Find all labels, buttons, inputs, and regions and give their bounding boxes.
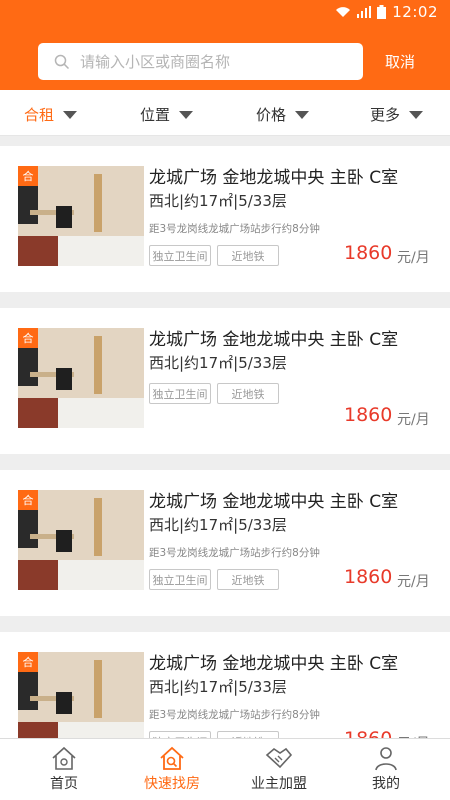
tab-mine[interactable]: 我的	[341, 743, 431, 793]
filter-shared-rent[interactable]: 合租	[24, 104, 78, 125]
signal-icon	[357, 6, 372, 18]
filter-more[interactable]: 更多	[370, 104, 424, 125]
room-photo: 合	[18, 490, 144, 590]
room-photo: 合	[18, 166, 144, 266]
listing-distance: 距3号龙岗线龙城广场站步行约8分钟	[149, 547, 320, 559]
listing-distance: 距3号龙岗线龙城广场站步行约8分钟	[149, 223, 320, 235]
listing-card[interactable]: 合 龙城广场 金地龙城中央 主卧 C室 西北|约17㎡|5/33层 距3号龙岗线…	[0, 146, 450, 292]
clock: 12:02	[392, 3, 438, 21]
wifi-icon	[336, 7, 351, 17]
handshake-icon	[265, 747, 293, 769]
house-search-icon	[160, 746, 184, 770]
feature-tag: 近地铁	[217, 245, 279, 266]
listing-meta: 西北|约17㎡|5/33层	[149, 192, 287, 210]
search-box[interactable]	[38, 43, 363, 80]
listing-price: 1860	[344, 242, 393, 264]
listing-price: 1860	[344, 566, 393, 588]
listing-price: 1860	[344, 404, 393, 426]
filter-label: 合租	[24, 106, 55, 124]
triangle-down-icon	[409, 110, 424, 119]
shared-badge: 合	[18, 166, 38, 186]
listing-distance: 距3号龙岗线龙城广场站步行约8分钟	[149, 709, 320, 721]
listing-meta: 西北|约17㎡|5/33层	[149, 678, 287, 696]
room-photo: 合	[18, 652, 144, 752]
filter-label: 价格	[256, 106, 287, 124]
home-icon	[52, 746, 76, 770]
filter-bar: 合租 位置 价格 更多	[0, 90, 450, 136]
listing-meta: 西北|约17㎡|5/33层	[149, 516, 287, 534]
price-unit: 元/月	[397, 250, 430, 266]
triangle-down-icon	[295, 110, 310, 119]
search-input[interactable]	[80, 52, 340, 71]
listing-title: 龙城广场 金地龙城中央 主卧 C室	[149, 492, 399, 512]
feature-tag: 近地铁	[217, 569, 279, 590]
tab-label: 快速找房	[144, 776, 200, 792]
tab-home[interactable]: 首页	[19, 743, 109, 793]
shared-badge: 合	[18, 328, 38, 348]
listing-title: 龙城广场 金地龙城中央 主卧 C室	[149, 330, 399, 350]
filter-location[interactable]: 位置	[140, 104, 194, 125]
triangle-down-icon	[63, 110, 78, 119]
tab-label: 首页	[50, 776, 78, 792]
listing-card[interactable]: 合 龙城广场 金地龙城中央 主卧 C室 西北|约17㎡|5/33层 独立卫生间 …	[0, 308, 450, 454]
feature-tag: 独立卫生间	[149, 245, 211, 266]
listing-card[interactable]: 合 龙城广场 金地龙城中央 主卧 C室 西北|约17㎡|5/33层 距3号龙岗线…	[0, 470, 450, 616]
triangle-down-icon	[179, 110, 194, 119]
feature-tag: 近地铁	[217, 383, 279, 404]
listing-title: 龙城广场 金地龙城中央 主卧 C室	[149, 168, 399, 188]
user-icon	[375, 747, 397, 771]
filter-price[interactable]: 价格	[256, 104, 310, 125]
room-photo: 合	[18, 328, 144, 428]
listing-title: 龙城广场 金地龙城中央 主卧 C室	[149, 654, 399, 674]
listing-meta: 西北|约17㎡|5/33层	[149, 354, 287, 372]
feature-tag: 独立卫生间	[149, 383, 211, 404]
bottom-tab-bar: 首页 快速找房 业主加盟 我的	[0, 738, 450, 800]
search-header: 取消	[0, 24, 450, 90]
tab-owner-join[interactable]: 业主加盟	[234, 743, 324, 793]
tab-quick-search[interactable]: 快速找房	[127, 743, 217, 793]
search-icon	[54, 54, 70, 69]
price-unit: 元/月	[397, 412, 430, 428]
tab-label: 我的	[372, 776, 400, 792]
filter-label: 更多	[370, 106, 401, 124]
shared-badge: 合	[18, 652, 38, 672]
price-unit: 元/月	[397, 574, 430, 590]
battery-icon	[377, 5, 387, 19]
shared-badge: 合	[18, 490, 38, 510]
status-icons: 12:02	[335, 3, 438, 21]
feature-tag: 独立卫生间	[149, 569, 211, 590]
tab-label: 业主加盟	[251, 776, 307, 792]
filter-label: 位置	[140, 106, 171, 124]
cancel-button[interactable]: 取消	[385, 51, 415, 72]
status-bar: 12:02	[0, 0, 450, 24]
